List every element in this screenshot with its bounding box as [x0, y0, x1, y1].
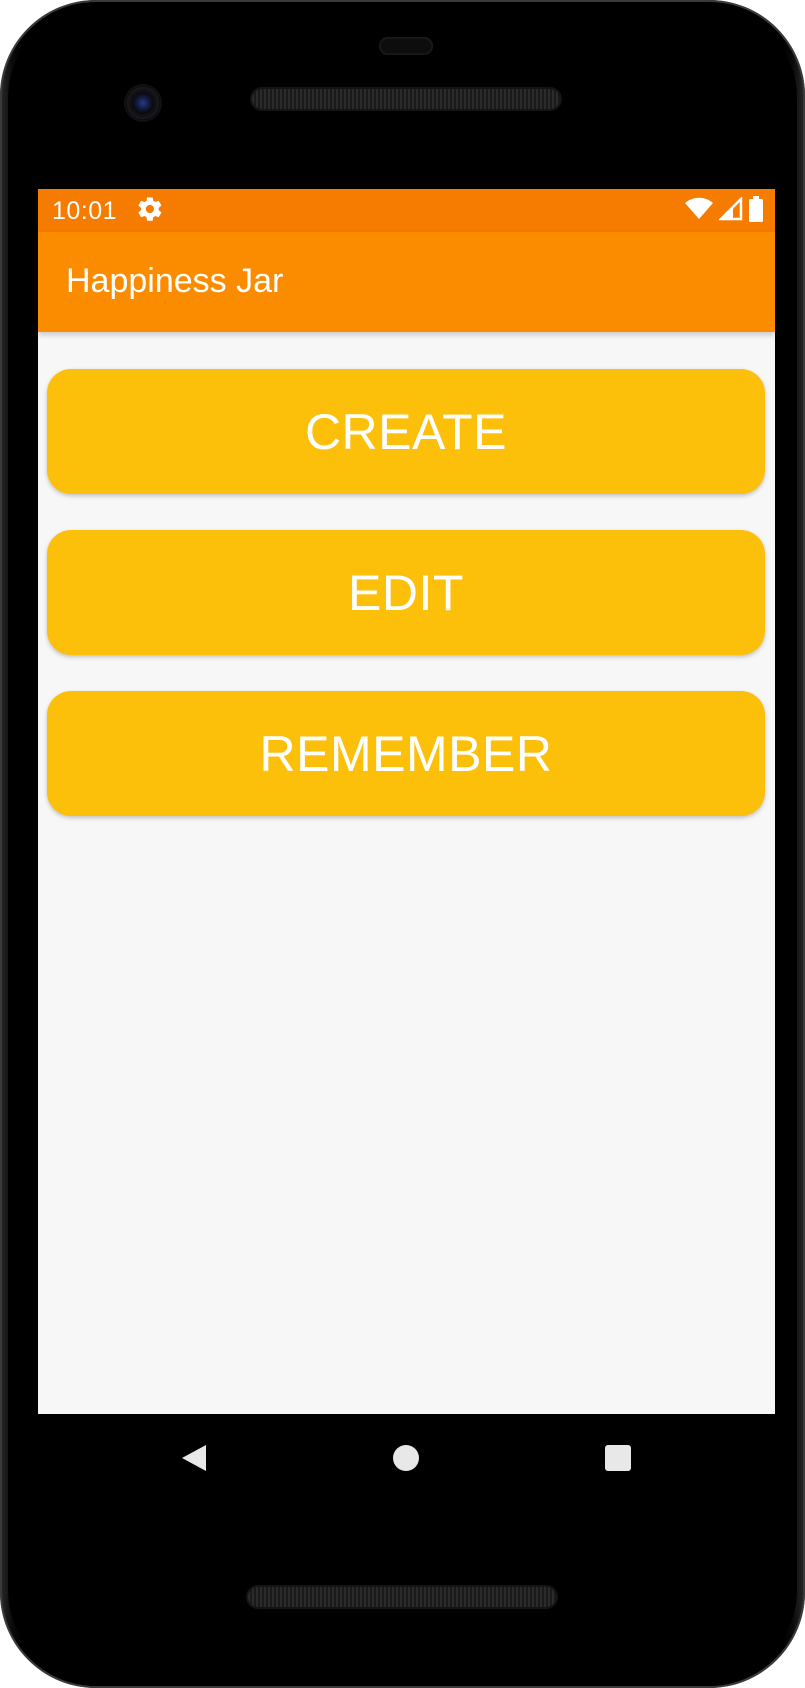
status-bar: 10:01 [38, 189, 775, 232]
earpiece-speaker [252, 89, 560, 109]
edit-button[interactable]: EDIT [47, 530, 765, 655]
signal-icon [717, 195, 743, 226]
battery-icon [749, 195, 763, 227]
phone-frame: 10:01 Happiness Jar CREATE EDIT REMEMBER [0, 0, 805, 1688]
front-camera-icon [126, 86, 160, 120]
app-bar: Happiness Jar [38, 232, 775, 332]
app-title: Happiness Jar [66, 262, 284, 300]
status-time: 10:01 [52, 197, 118, 225]
remember-button[interactable]: REMEMBER [47, 691, 765, 816]
home-icon[interactable] [386, 1438, 426, 1478]
back-icon[interactable] [174, 1438, 214, 1478]
wifi-icon [685, 197, 713, 226]
bottom-speaker [248, 1587, 556, 1607]
status-icons [685, 195, 763, 227]
proximity-sensor [379, 37, 433, 55]
gear-icon [136, 195, 164, 223]
navigation-bar [38, 1414, 775, 1502]
button-list: CREATE EDIT REMEMBER [47, 369, 765, 852]
recents-icon[interactable] [598, 1438, 638, 1478]
screen: 10:01 Happiness Jar CREATE EDIT REMEMBER [38, 189, 775, 1414]
create-button[interactable]: CREATE [47, 369, 765, 494]
